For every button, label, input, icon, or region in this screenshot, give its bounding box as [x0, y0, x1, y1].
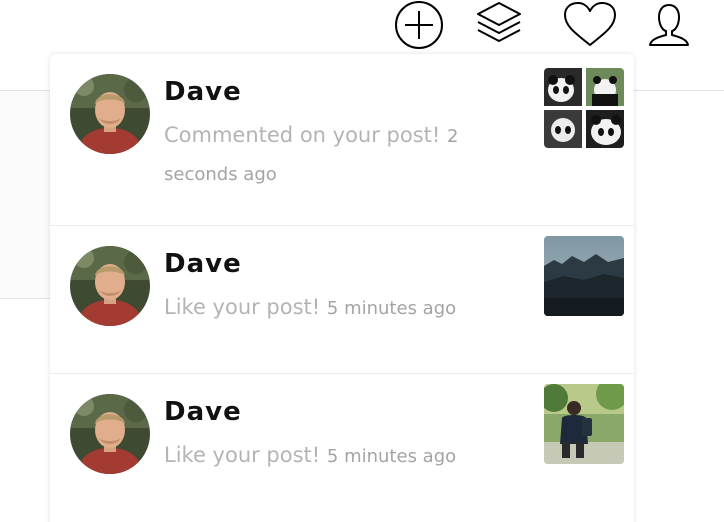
notification-item[interactable]: Dave Like your post! 5 minutes ago: [50, 226, 634, 374]
notification-sender-name: Dave: [164, 77, 242, 107]
layers-icon: [477, 2, 521, 42]
post-thumbnail[interactable]: [544, 384, 624, 464]
likes-button[interactable]: [560, 0, 620, 50]
notification-timestamp: 5 minutes ago: [326, 446, 457, 467]
avatar: [70, 74, 150, 154]
add-post-button[interactable]: [391, 0, 447, 50]
notification-sender-name: Dave: [164, 397, 242, 427]
avatar: [70, 394, 150, 474]
notification-item[interactable]: Dave Like your post! 5 minutes ago: [50, 374, 634, 522]
stack-button[interactable]: [471, 0, 527, 50]
user-icon: [649, 4, 689, 46]
notification-text: Commented on your post!: [164, 123, 441, 147]
notification-text: Like your post!: [164, 443, 321, 467]
notification-sender-name: Dave: [164, 249, 242, 279]
notification-message: Like your post! 5 minutes ago: [164, 289, 584, 327]
avatar: [70, 246, 150, 326]
plus-circle-icon: [395, 1, 443, 49]
notification-item[interactable]: Dave Commented on your post! 2 seconds a…: [50, 54, 634, 226]
heart-icon: [564, 2, 616, 46]
notification-message: Like your post! 5 minutes ago: [164, 437, 584, 475]
post-thumbnail[interactable]: [544, 236, 624, 316]
notifications-dropdown: Dave Commented on your post! 2 seconds a…: [50, 54, 634, 522]
post-thumbnail[interactable]: [544, 68, 624, 148]
notification-timestamp: 5 minutes ago: [326, 298, 457, 319]
profile-button[interactable]: [643, 0, 695, 50]
notification-message: Commented on your post! 2 seconds ago: [164, 117, 514, 193]
notification-text: Like your post!: [164, 295, 321, 319]
